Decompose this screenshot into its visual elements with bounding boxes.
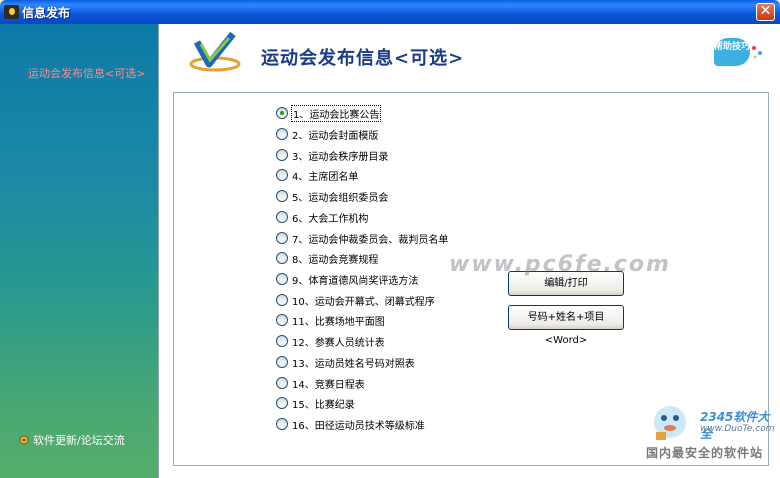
watermark-text: www.pc6fe.com	[449, 252, 671, 277]
radio-button[interactable]	[276, 335, 288, 347]
radio-label: 4、主席团名单	[292, 171, 359, 183]
radio-button[interactable]	[276, 314, 288, 326]
sidebar-item-publish-info[interactable]: 运动会发布信息<可选>	[28, 65, 145, 81]
radio-button[interactable]	[276, 149, 288, 161]
radio-option[interactable]: 4、主席团名单	[276, 167, 358, 183]
radio-label: 13、运动员姓名号码对照表	[292, 358, 415, 370]
radio-button[interactable]	[276, 252, 288, 264]
radio-button[interactable]	[276, 356, 288, 368]
radio-option[interactable]: 11、比赛场地平面图	[276, 312, 385, 328]
app-icon	[4, 5, 19, 19]
radio-button[interactable]	[276, 273, 288, 285]
radio-label: 5、运动会组织委员会	[292, 192, 389, 204]
radio-label: 6、大会工作机构	[292, 213, 369, 225]
radio-label: 3、运动会秩序册目录	[292, 151, 389, 163]
radio-label: 15、比赛纪录	[292, 399, 355, 411]
radio-label: 8、运动会竞赛规程	[292, 254, 379, 266]
radio-option[interactable]: 9、体育道德风尚奖评选方法	[276, 271, 418, 287]
radio-option[interactable]: 3、运动会秩序册目录	[276, 147, 388, 163]
radio-label: 11、比赛场地平面图	[292, 316, 385, 328]
radio-option[interactable]: 14、竞赛日程表	[276, 375, 365, 391]
radio-option[interactable]: 13、运动员姓名号码对照表	[276, 354, 415, 370]
radio-option[interactable]: 12、参赛人员统计表	[276, 333, 385, 349]
radio-button[interactable]	[276, 211, 288, 223]
radio-button[interactable]	[276, 107, 288, 119]
radio-button[interactable]	[276, 418, 288, 430]
radio-label: 1、运动会比赛公告	[290, 104, 382, 122]
export-word-button[interactable]: 号码+姓名+项目<Word>	[508, 305, 624, 346]
help-tips-button[interactable]: 帮助技巧	[714, 38, 750, 66]
radio-option[interactable]: 1、运动会比赛公告	[276, 104, 382, 122]
window-title: 信息发布	[22, 6, 71, 20]
radio-button[interactable]	[276, 232, 288, 244]
radio-button[interactable]	[276, 128, 288, 140]
sidebar: 运动会发布信息<可选> 软件更新/论坛交流	[0, 24, 158, 478]
radio-label: 7、运动会仲裁委员会、裁判员名单	[292, 234, 449, 246]
radio-label: 16、田径运动员技术等级标准	[292, 420, 425, 432]
main-window: 信息发布 ✕ 运动会发布信息<可选> 软件更新/论坛交流 运动会发布信息<可选>…	[0, 0, 780, 478]
radio-button[interactable]	[276, 397, 288, 409]
sidebar-footer-link[interactable]: 软件更新/论坛交流	[18, 432, 125, 448]
radio-option[interactable]: 8、运动会竞赛规程	[276, 250, 378, 266]
corner-tagline: 国内最安全的软件站	[646, 446, 764, 460]
footer-link-label: 软件更新/论坛交流	[33, 434, 125, 447]
corner-url: www.DuoTe.com	[700, 424, 775, 434]
radio-option[interactable]: 5、运动会组织委员会	[276, 188, 388, 204]
radio-button[interactable]	[276, 294, 288, 306]
radio-label: 12、参赛人员统计表	[292, 337, 385, 349]
radio-button[interactable]	[276, 169, 288, 181]
radio-option[interactable]: 6、大会工作机构	[276, 209, 368, 225]
radio-label: 2、运动会封面模版	[292, 130, 379, 142]
close-button[interactable]: ✕	[756, 3, 775, 21]
radio-option[interactable]: 2、运动会封面模版	[276, 126, 378, 142]
radio-option[interactable]: 7、运动会仲裁委员会、裁判员名单	[276, 230, 448, 246]
vgate-logo-icon	[189, 32, 241, 72]
title-bar[interactable]: 信息发布 ✕	[0, 0, 780, 24]
radio-label: 10、运动会开幕式、闭幕式程序	[292, 296, 435, 308]
radio-button[interactable]	[276, 190, 288, 202]
radio-option[interactable]: 10、运动会开幕式、闭幕式程序	[276, 292, 435, 308]
radio-option[interactable]: 16、田径运动员技术等级标准	[276, 416, 425, 432]
radio-option[interactable]: 15、比赛纪录	[276, 395, 355, 411]
sparkle-icon	[752, 46, 762, 59]
page-title: 运动会发布信息<可选>	[261, 48, 465, 69]
radio-label: 9、体育道德风尚奖评选方法	[292, 275, 419, 287]
radio-label: 14、竞赛日程表	[292, 379, 365, 391]
gear-icon	[19, 435, 29, 445]
radio-button[interactable]	[276, 377, 288, 389]
